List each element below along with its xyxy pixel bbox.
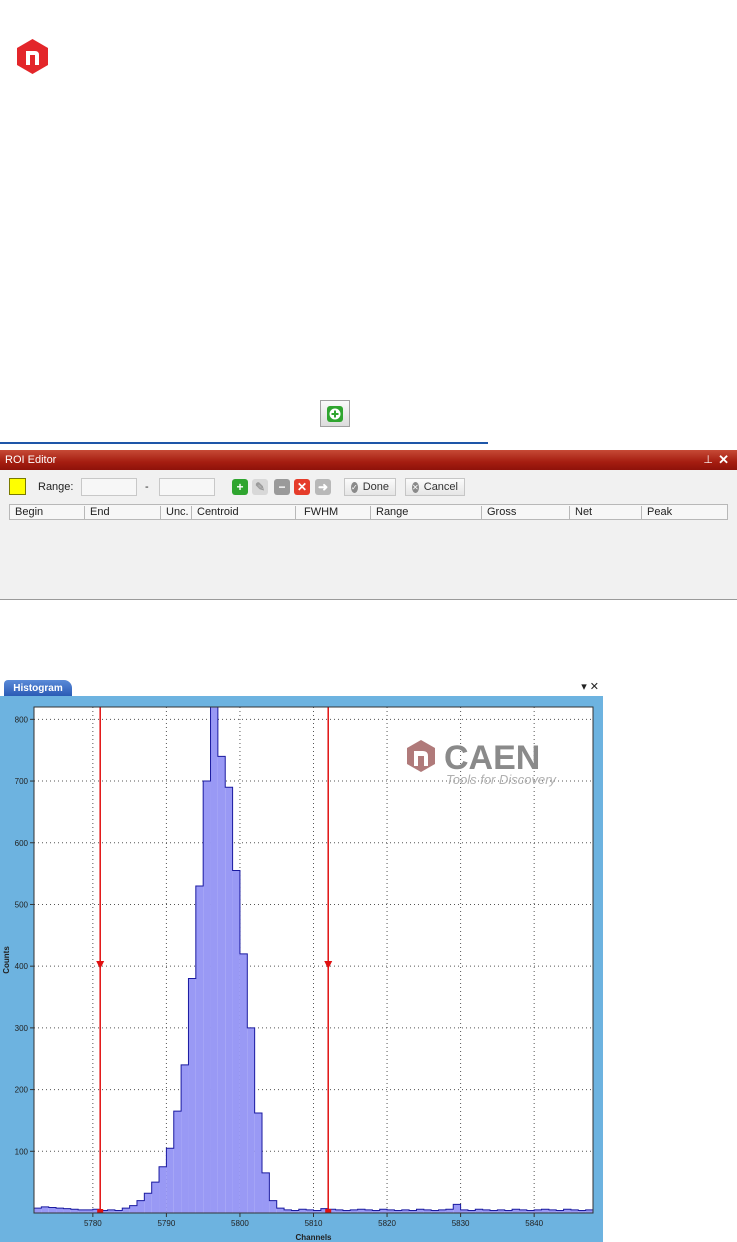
range-separator: -	[145, 481, 149, 493]
roi-editor-titlebar: ROI Editor ⊥ ✕	[0, 450, 737, 470]
histogram-bar	[63, 1208, 71, 1213]
histogram-chart[interactable]: 100 200 300 400 500 600 700 800 5780 5790 5800 5810…	[0, 678, 603, 1242]
histogram-bar	[563, 1209, 571, 1213]
app-logo	[14, 38, 51, 75]
done-button[interactable]: ✓ Done	[344, 478, 396, 496]
histogram-bar	[445, 1209, 454, 1213]
histogram-bar	[70, 1209, 79, 1213]
range-to-input[interactable]	[159, 478, 215, 496]
histogram-bar	[379, 1209, 388, 1213]
done-label: Done	[362, 481, 389, 493]
histogram-bar	[453, 1204, 461, 1213]
histogram-bar	[166, 1148, 174, 1213]
y-tick-label: 800	[15, 715, 29, 724]
close-icon[interactable]: ✕	[718, 452, 729, 468]
logo-tagline: Tools for Discovery	[446, 772, 558, 787]
histogram-bar	[210, 707, 218, 1213]
pin-icon[interactable]: ⊥	[703, 453, 713, 466]
x-axis-label: Channels	[295, 1233, 332, 1242]
edit-roi-icon[interactable]: ✎	[252, 479, 268, 495]
roi-marker-arrow[interactable]	[96, 961, 105, 969]
delete-roi-icon[interactable]: ✕	[294, 479, 310, 495]
histogram-bar	[239, 953, 248, 1213]
cancel-label: Cancel	[423, 481, 458, 493]
histogram-bar	[136, 1200, 145, 1213]
histogram-bar	[225, 787, 233, 1213]
add-roi-icon[interactable]: +	[232, 479, 248, 495]
x-tick-label: 5830	[452, 1219, 470, 1228]
histogram-bar	[276, 1208, 285, 1213]
histogram-bar	[188, 978, 196, 1213]
histogram-bar	[34, 1208, 42, 1213]
histogram-bar	[269, 1200, 277, 1213]
histogram-bar	[262, 1172, 270, 1213]
histogram-bar	[144, 1193, 152, 1213]
histogram-bar	[217, 756, 226, 1213]
y-tick-label: 400	[15, 962, 29, 971]
roi-marker-foot	[325, 1209, 332, 1213]
add-roi-button[interactable]	[320, 400, 350, 427]
y-tick-label: 700	[15, 777, 29, 786]
histogram-bar	[41, 1206, 49, 1213]
histogram-bar	[416, 1209, 424, 1213]
x-tick-label: 5840	[525, 1219, 543, 1228]
histogram-bar	[541, 1209, 549, 1213]
export-roi-icon[interactable]: ➜	[315, 479, 331, 495]
check-icon: ✓	[351, 481, 358, 493]
cancel-button[interactable]: ✕ Cancel	[405, 478, 465, 496]
histogram-bar	[247, 1027, 255, 1213]
roi-color-swatch[interactable]	[9, 478, 26, 495]
histogram-bar	[129, 1205, 137, 1213]
column-header[interactable]: Centroid	[191, 506, 295, 519]
y-tick-label: 100	[15, 1147, 29, 1156]
column-header[interactable]: Peak	[641, 506, 727, 519]
separator-line	[0, 442, 488, 444]
histogram-bar	[475, 1209, 483, 1213]
histogram-bar	[173, 1111, 182, 1213]
range-from-input[interactable]	[81, 478, 137, 496]
histogram-bar	[254, 1113, 263, 1213]
roi-editor-panel: ROI Editor ⊥ ✕ Range: - + ✎ − ✕ ➜ ✓ Done…	[0, 450, 737, 600]
y-tick-label: 600	[15, 839, 29, 848]
y-tick-label: 500	[15, 900, 29, 909]
roi-marker-arrow[interactable]	[324, 961, 333, 969]
histogram-bar	[195, 885, 204, 1213]
histogram-bar	[159, 1166, 167, 1213]
x-tick-label: 5790	[157, 1219, 175, 1228]
histogram-bar	[181, 1064, 189, 1213]
histogram-bar	[357, 1209, 365, 1213]
x-tick-label: 5780	[84, 1219, 102, 1228]
column-header[interactable]: Unc.	[160, 506, 191, 519]
x-tick-label: 5810	[305, 1219, 323, 1228]
column-header[interactable]: End	[84, 506, 160, 519]
column-header[interactable]: Begin	[10, 506, 84, 519]
range-label: Range:	[38, 481, 74, 493]
cancel-icon: ✕	[412, 481, 419, 493]
roi-editor-title: ROI Editor	[5, 454, 57, 466]
caen-logo: CAEN Tools for Discovery	[407, 739, 558, 787]
column-header[interactable]: FWHM	[295, 506, 370, 519]
plus-icon	[327, 405, 343, 422]
histogram-bar	[56, 1208, 64, 1213]
x-tick-label: 5820	[378, 1219, 396, 1228]
y-axis-label: Counts	[2, 946, 11, 974]
histogram-window: Histogram ▾ ✕ 100 200 300 400 500 600 700 800 57…	[0, 678, 603, 1242]
histogram-bar	[122, 1208, 130, 1213]
remove-roi-icon[interactable]: −	[274, 479, 290, 495]
y-tick-label: 300	[15, 1024, 29, 1033]
histogram-bar	[298, 1209, 307, 1213]
histogram-bar	[151, 1182, 160, 1213]
histogram-bar	[232, 870, 240, 1213]
histogram-bar	[203, 781, 211, 1213]
column-header[interactable]: Gross	[481, 506, 569, 519]
histogram-bar	[512, 1209, 520, 1213]
column-header[interactable]: Range	[370, 506, 481, 519]
y-tick-label: 200	[15, 1086, 29, 1095]
column-header[interactable]: Net	[569, 506, 641, 519]
histogram-bar	[48, 1207, 57, 1213]
roi-table-header: Begin End Unc. Centroid FWHM Range Gross…	[9, 504, 728, 520]
roi-marker-foot	[97, 1209, 104, 1213]
x-tick-label: 5800	[231, 1219, 249, 1228]
